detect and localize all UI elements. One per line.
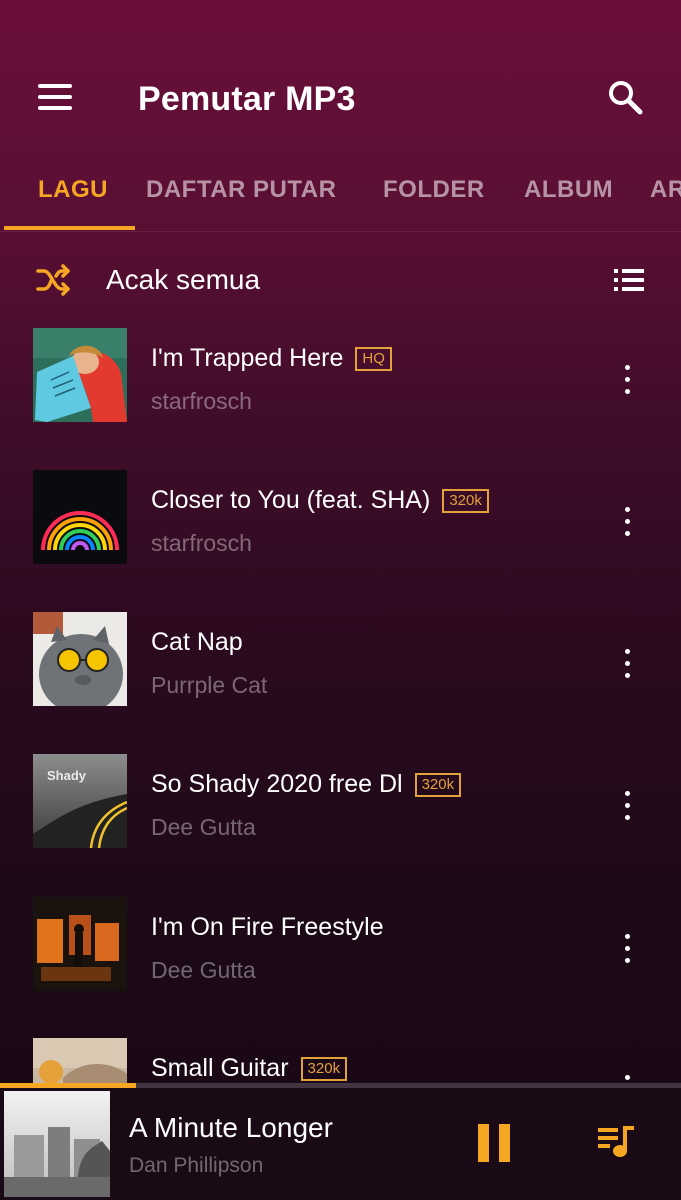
shuffle-all-label[interactable]: Acak semua (106, 264, 260, 296)
sort-button[interactable] (612, 264, 646, 296)
tab-album[interactable]: ALBUM (524, 176, 613, 204)
song-more-button[interactable] (610, 1070, 644, 1084)
menu-button[interactable] (36, 82, 76, 112)
active-tab-indicator (4, 226, 135, 230)
queue-music-icon (598, 1126, 634, 1157)
album-art-text: Shady (47, 768, 87, 783)
song-title: Small Guitar 320k (151, 1054, 348, 1083)
quality-badge: HQ (355, 347, 392, 371)
list-item[interactable]: I'm Trapped Here HQ starfrosch (0, 322, 681, 442)
shuffle-icon (36, 264, 70, 296)
album-art (33, 897, 127, 991)
album-art (33, 470, 127, 564)
quality-badge: 320k (442, 489, 489, 513)
tab-artist[interactable]: AR (650, 176, 681, 204)
song-artist: Dee Gutta (151, 814, 256, 840)
album-art (33, 1038, 127, 1084)
song-more-button[interactable] (610, 786, 644, 826)
list-item[interactable]: Cat Nap Purrple Cat (0, 606, 681, 726)
song-title: I'm On Fire Freestyle (151, 913, 384, 941)
list-item[interactable]: Shady So Shady 2020 free Dl 320k Dee Gutt… (0, 748, 681, 868)
quality-badge: 320k (414, 773, 462, 797)
song-title: So Shady 2020 free Dl 320k (151, 770, 462, 799)
song-artist: Dee Gutta (151, 957, 256, 983)
app-bar: Pemutar MP3 (0, 0, 681, 150)
now-playing-art (4, 1091, 110, 1197)
album-art: Shady (33, 754, 127, 848)
list-item[interactable]: Closer to You (feat. SHA) 320k starfrosch (0, 464, 681, 584)
sort-list-icon (614, 269, 644, 291)
now-playing-title: A Minute Longer (129, 1112, 333, 1143)
list-item[interactable]: I'm On Fire Freestyle Dee Gutta (0, 891, 681, 1011)
song-more-button[interactable] (610, 360, 644, 400)
pause-button[interactable] (470, 1118, 518, 1166)
tab-bar: LAGU DAFTAR PUTAR FOLDER ALBUM AR (0, 160, 681, 232)
album-art (33, 612, 127, 706)
tab-lagu[interactable]: LAGU (38, 176, 108, 204)
queue-button[interactable] (594, 1120, 638, 1164)
search-button[interactable] (604, 76, 648, 120)
song-artist: starfrosch (151, 530, 252, 556)
song-more-button[interactable] (610, 644, 644, 684)
song-title: I'm Trapped Here HQ (151, 344, 392, 373)
tab-daftar-putar[interactable]: DAFTAR PUTAR (146, 176, 336, 204)
song-artist: Purrple Cat (151, 672, 268, 698)
shuffle-all-button[interactable] (34, 260, 74, 300)
song-more-button[interactable] (610, 502, 644, 542)
quality-badge: 320k (300, 1057, 348, 1081)
album-art (33, 328, 127, 422)
now-playing-artist: Dan Phillipson (129, 1154, 264, 1177)
song-artist: starfrosch (151, 388, 252, 414)
tab-divider (0, 231, 681, 232)
mini-player[interactable]: A Minute Longer Dan Phillipson (0, 1088, 681, 1200)
tab-folder[interactable]: FOLDER (383, 176, 485, 204)
song-title: Cat Nap (151, 628, 243, 656)
list-item[interactable]: Small Guitar 320k (0, 1032, 681, 1084)
song-list: I'm Trapped Here HQ starfrosch Closer to … (0, 322, 681, 1084)
app-title: Pemutar MP3 (138, 80, 356, 118)
search-icon (609, 81, 643, 115)
shuffle-row: Acak semua (0, 248, 681, 314)
song-more-button[interactable] (610, 929, 644, 969)
song-title: Closer to You (feat. SHA) 320k (151, 486, 489, 515)
